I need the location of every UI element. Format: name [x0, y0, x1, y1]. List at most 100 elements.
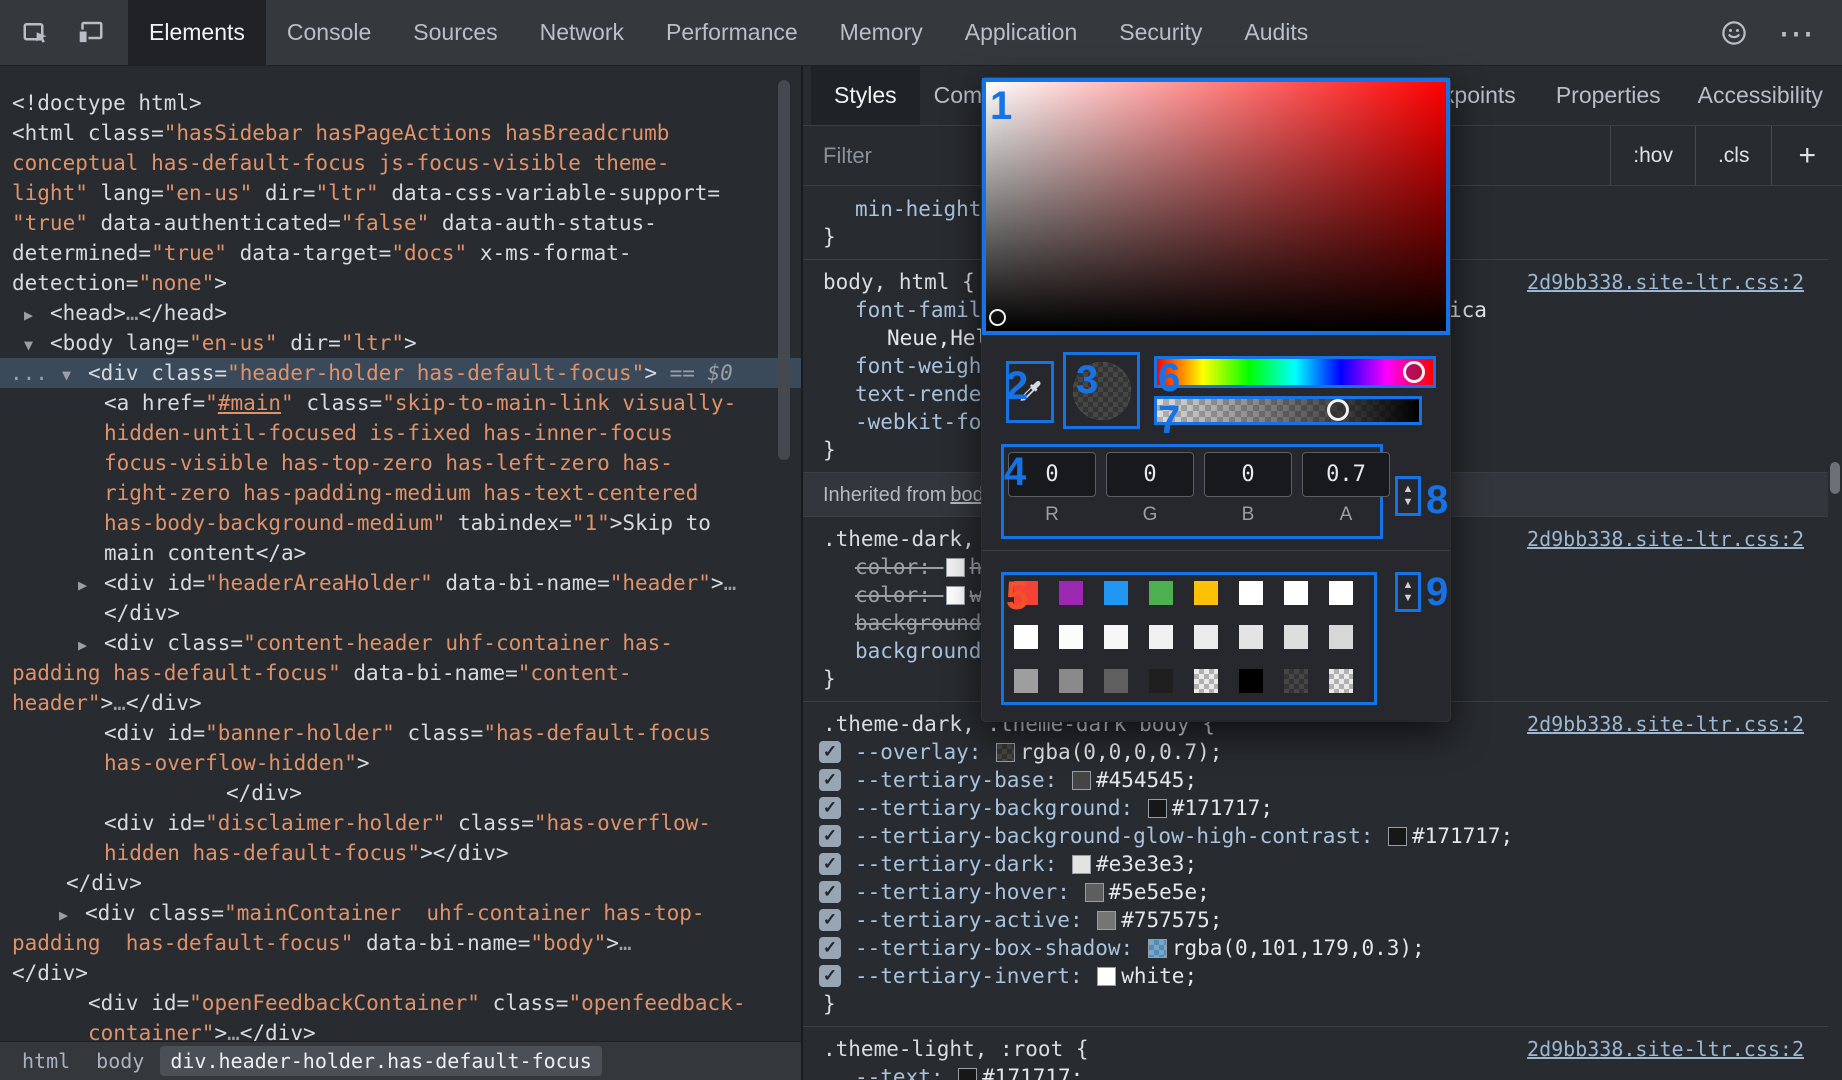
dom-node[interactable]: padding has-default-focus" data-bi-name=…	[0, 658, 801, 688]
new-style-rule-button[interactable]: +	[1771, 126, 1842, 185]
feedback-icon[interactable]	[1712, 11, 1756, 55]
channel-input-b[interactable]	[1204, 452, 1292, 497]
palette-swatch[interactable]	[1149, 669, 1173, 693]
palette-swatch[interactable]	[1059, 669, 1083, 693]
css-property[interactable]: ✓--tertiary-background: #171717;	[803, 794, 1828, 822]
dom-node[interactable]: determined="true" data-target="docs" x-m…	[0, 238, 801, 268]
color-swatch[interactable]	[1148, 939, 1167, 958]
current-color-swatch[interactable]	[1063, 352, 1140, 429]
property-checkbox[interactable]: ✓	[819, 965, 841, 987]
dom-node[interactable]: focus-visible has-top-zero has-left-zero…	[0, 448, 801, 478]
palette-swatch[interactable]	[1014, 669, 1038, 693]
dom-node[interactable]: hidden has-default-focus"></div>	[0, 838, 801, 868]
palette-switcher[interactable]: ▲▼	[1395, 572, 1421, 612]
palette-swatch[interactable]	[1104, 581, 1128, 605]
value-format-switcher[interactable]: ▲▼	[1395, 476, 1421, 516]
property-checkbox[interactable]: ✓	[819, 797, 841, 819]
styles-scrollbar[interactable]	[1830, 462, 1840, 494]
elements-scrollbar[interactable]	[778, 80, 790, 460]
palette-swatch[interactable]	[1239, 581, 1263, 605]
dom-node[interactable]: main content</a>	[0, 538, 801, 568]
tab-elements[interactable]: Elements	[128, 0, 266, 65]
styles-tab-accessibility[interactable]: Accessibility	[1696, 66, 1825, 125]
dom-node[interactable]: </div>	[0, 598, 801, 628]
color-swatch[interactable]	[1072, 855, 1091, 874]
dom-node[interactable]: <a href="#main" class="skip-to-main-link…	[0, 388, 801, 418]
tab-application[interactable]: Application	[944, 0, 1099, 65]
dom-node[interactable]: <div id="disclaimer-holder" class="has-o…	[0, 808, 801, 838]
dom-node[interactable]: <html class="hasSidebar hasPageActions h…	[0, 118, 801, 148]
color-swatch[interactable]	[1388, 827, 1407, 846]
stylesheet-link[interactable]: 2d9bb338.site-ltr.css:2	[1527, 525, 1804, 553]
dom-node[interactable]: ▶<div class="content-header uhf-containe…	[0, 628, 801, 658]
dom-node[interactable]: <div id="banner-holder" class="has-defau…	[0, 718, 801, 748]
hover-state-toggle[interactable]: :hov	[1610, 126, 1695, 185]
dom-node[interactable]: </div>	[0, 868, 801, 898]
dom-node[interactable]: detection="none">	[0, 268, 801, 298]
channel-input-g[interactable]	[1106, 452, 1194, 497]
dom-node[interactable]: <!doctype html>	[0, 88, 801, 118]
palette-swatch[interactable]	[1149, 625, 1173, 649]
palette-swatch[interactable]	[1059, 581, 1083, 605]
tab-security[interactable]: Security	[1098, 0, 1223, 65]
palette-swatch[interactable]	[1104, 625, 1128, 649]
property-checkbox[interactable]: ✓	[819, 909, 841, 931]
palette-swatch[interactable]	[1284, 669, 1308, 693]
color-swatch[interactable]	[996, 743, 1015, 762]
palette-swatch[interactable]	[1329, 669, 1353, 693]
css-property[interactable]: ✓--tertiary-hover: #5e5e5e;	[803, 878, 1828, 906]
css-property[interactable]: --text: #171717;	[803, 1063, 1828, 1080]
dom-node[interactable]: hidden-until-focused is-fixed has-inner-…	[0, 418, 801, 448]
color-swatch[interactable]	[1148, 799, 1167, 818]
property-checkbox[interactable]: ✓	[819, 741, 841, 763]
tab-network[interactable]: Network	[519, 0, 645, 65]
css-property[interactable]: ✓--tertiary-base: #454545;	[803, 766, 1828, 794]
class-toggle[interactable]: .cls	[1695, 126, 1772, 185]
palette-swatch[interactable]	[1104, 669, 1128, 693]
breadcrumb-item[interactable]: html	[12, 1046, 80, 1076]
tab-sources[interactable]: Sources	[392, 0, 518, 65]
property-checkbox[interactable]: ✓	[819, 853, 841, 875]
color-swatch[interactable]	[946, 558, 965, 577]
palette-swatch[interactable]	[1329, 625, 1353, 649]
opacity-slider[interactable]	[1154, 396, 1422, 425]
dom-node[interactable]: <div id="openFeedbackContainer" class="o…	[0, 988, 801, 1018]
tab-console[interactable]: Console	[266, 0, 392, 65]
dom-node[interactable]: header">…</div>	[0, 688, 801, 718]
dom-node[interactable]: right-zero has-padding-medium has-text-c…	[0, 478, 801, 508]
dom-node[interactable]: ▶<head>…</head>	[0, 298, 801, 328]
shade-cursor-icon[interactable]	[989, 309, 1006, 326]
palette-swatch[interactable]	[1239, 625, 1263, 649]
dom-node[interactable]: padding has-default-focus" data-bi-name=…	[0, 928, 801, 958]
palette-swatch[interactable]	[1059, 625, 1083, 649]
stylesheet-link[interactable]: 2d9bb338.site-ltr.css:2	[1527, 710, 1804, 738]
property-checkbox[interactable]: ✓	[819, 769, 841, 791]
color-swatch[interactable]	[1097, 967, 1116, 986]
css-property[interactable]: ✓--tertiary-dark: #e3e3e3;	[803, 850, 1828, 878]
dom-node[interactable]: conceptual has-default-focus js-focus-vi…	[0, 148, 801, 178]
styles-tab-properties[interactable]: Properties	[1554, 66, 1663, 125]
color-swatch[interactable]	[1097, 911, 1116, 930]
property-checkbox[interactable]: ✓	[819, 825, 841, 847]
color-swatch[interactable]	[958, 1068, 977, 1080]
tab-memory[interactable]: Memory	[819, 0, 944, 65]
dom-node[interactable]: ▼<body lang="en-us" dir="ltr">	[0, 328, 801, 358]
color-shades-area[interactable]	[982, 78, 1450, 335]
color-swatch[interactable]	[1072, 771, 1091, 790]
css-property[interactable]: ✓--overlay: rgba(0,0,0,0.7);	[803, 738, 1828, 766]
css-property[interactable]: ✓--tertiary-invert: white;	[803, 962, 1828, 990]
palette-swatch[interactable]	[1284, 581, 1308, 605]
hue-slider[interactable]	[1154, 356, 1436, 388]
dom-node[interactable]: ▶<div class="mainContainer uhf-container…	[0, 898, 801, 928]
property-checkbox[interactable]: ✓	[819, 881, 841, 903]
breadcrumb-item[interactable]: div.header-holder.has-default-focus	[160, 1046, 601, 1076]
css-property[interactable]: ✓--tertiary-background-glow-high-contras…	[803, 822, 1828, 850]
dom-node[interactable]: </div>	[0, 778, 801, 808]
palette-swatch[interactable]	[1239, 669, 1263, 693]
color-swatch[interactable]	[1085, 883, 1104, 902]
palette-swatch[interactable]	[1194, 581, 1218, 605]
dom-node[interactable]: container">…</div>	[0, 1018, 801, 1041]
dom-node[interactable]: ▶<div id="headerAreaHolder" data-bi-name…	[0, 568, 801, 598]
palette-swatch[interactable]	[1014, 625, 1038, 649]
breadcrumb-item[interactable]: body	[86, 1046, 154, 1076]
